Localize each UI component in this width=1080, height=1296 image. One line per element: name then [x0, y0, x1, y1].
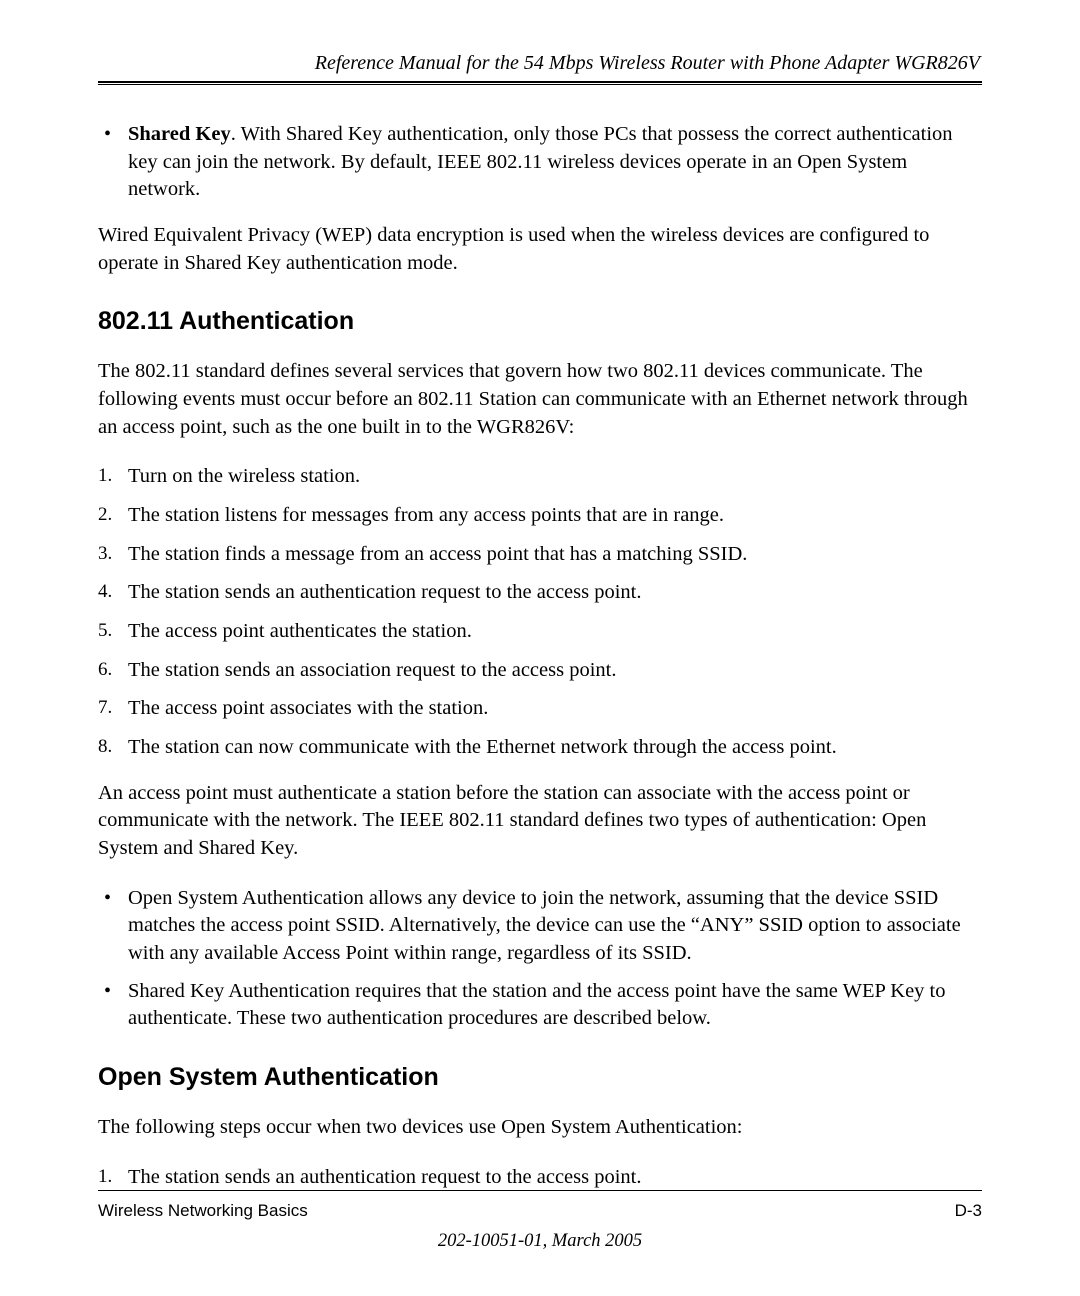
- section1-intro: The 802.11 standard defines several serv…: [98, 358, 982, 441]
- running-header: Reference Manual for the 54 Mbps Wireles…: [98, 52, 982, 75]
- section1-para2: An access point must authenticate a stat…: [98, 780, 982, 863]
- page-footer: Wireless Networking Basics D-3 202-10051…: [98, 1190, 982, 1252]
- wep-paragraph: Wired Equivalent Privacy (WEP) data encr…: [98, 222, 982, 277]
- header-rule: [98, 81, 982, 85]
- list-item: The station sends an association request…: [98, 657, 982, 685]
- shared-key-rest: . With Shared Key authentication, only t…: [128, 123, 953, 200]
- footer-row: Wireless Networking Basics D-3: [98, 1201, 982, 1221]
- list-item: The station sends an authentication requ…: [98, 579, 982, 607]
- list-item: Open System Authentication allows any de…: [98, 885, 982, 968]
- list-item: Shared Key Authentication requires that …: [98, 978, 982, 1033]
- auth-steps-list: Turn on the wireless station. The statio…: [98, 463, 982, 761]
- auth-types-bullets: Open System Authentication allows any de…: [98, 885, 982, 1033]
- footer-page-number: D-3: [955, 1201, 982, 1221]
- footer-rule: [98, 1190, 982, 1191]
- heading-802-11-auth: 802.11 Authentication: [98, 307, 982, 336]
- shared-key-bullet-list: Shared Key. With Shared Key authenticati…: [98, 121, 982, 204]
- section2-intro: The following steps occur when two devic…: [98, 1114, 982, 1142]
- list-item: The station can now communicate with the…: [98, 734, 982, 762]
- footer-section-name: Wireless Networking Basics: [98, 1201, 308, 1221]
- shared-key-bold: Shared Key: [128, 123, 231, 145]
- document-page: Reference Manual for the 54 Mbps Wireles…: [0, 0, 1080, 1296]
- list-item: The station finds a message from an acce…: [98, 541, 982, 569]
- list-item: Turn on the wireless station.: [98, 463, 982, 491]
- list-item: The access point associates with the sta…: [98, 695, 982, 723]
- list-item: The access point authenticates the stati…: [98, 618, 982, 646]
- open-system-steps: The station sends an authentication requ…: [98, 1164, 982, 1192]
- list-item: The station listens for messages from an…: [98, 502, 982, 530]
- footer-doc-id: 202-10051-01, March 2005: [98, 1231, 982, 1252]
- shared-key-bullet: Shared Key. With Shared Key authenticati…: [98, 121, 982, 204]
- list-item: The station sends an authentication requ…: [98, 1164, 982, 1192]
- heading-open-system-auth: Open System Authentication: [98, 1063, 982, 1092]
